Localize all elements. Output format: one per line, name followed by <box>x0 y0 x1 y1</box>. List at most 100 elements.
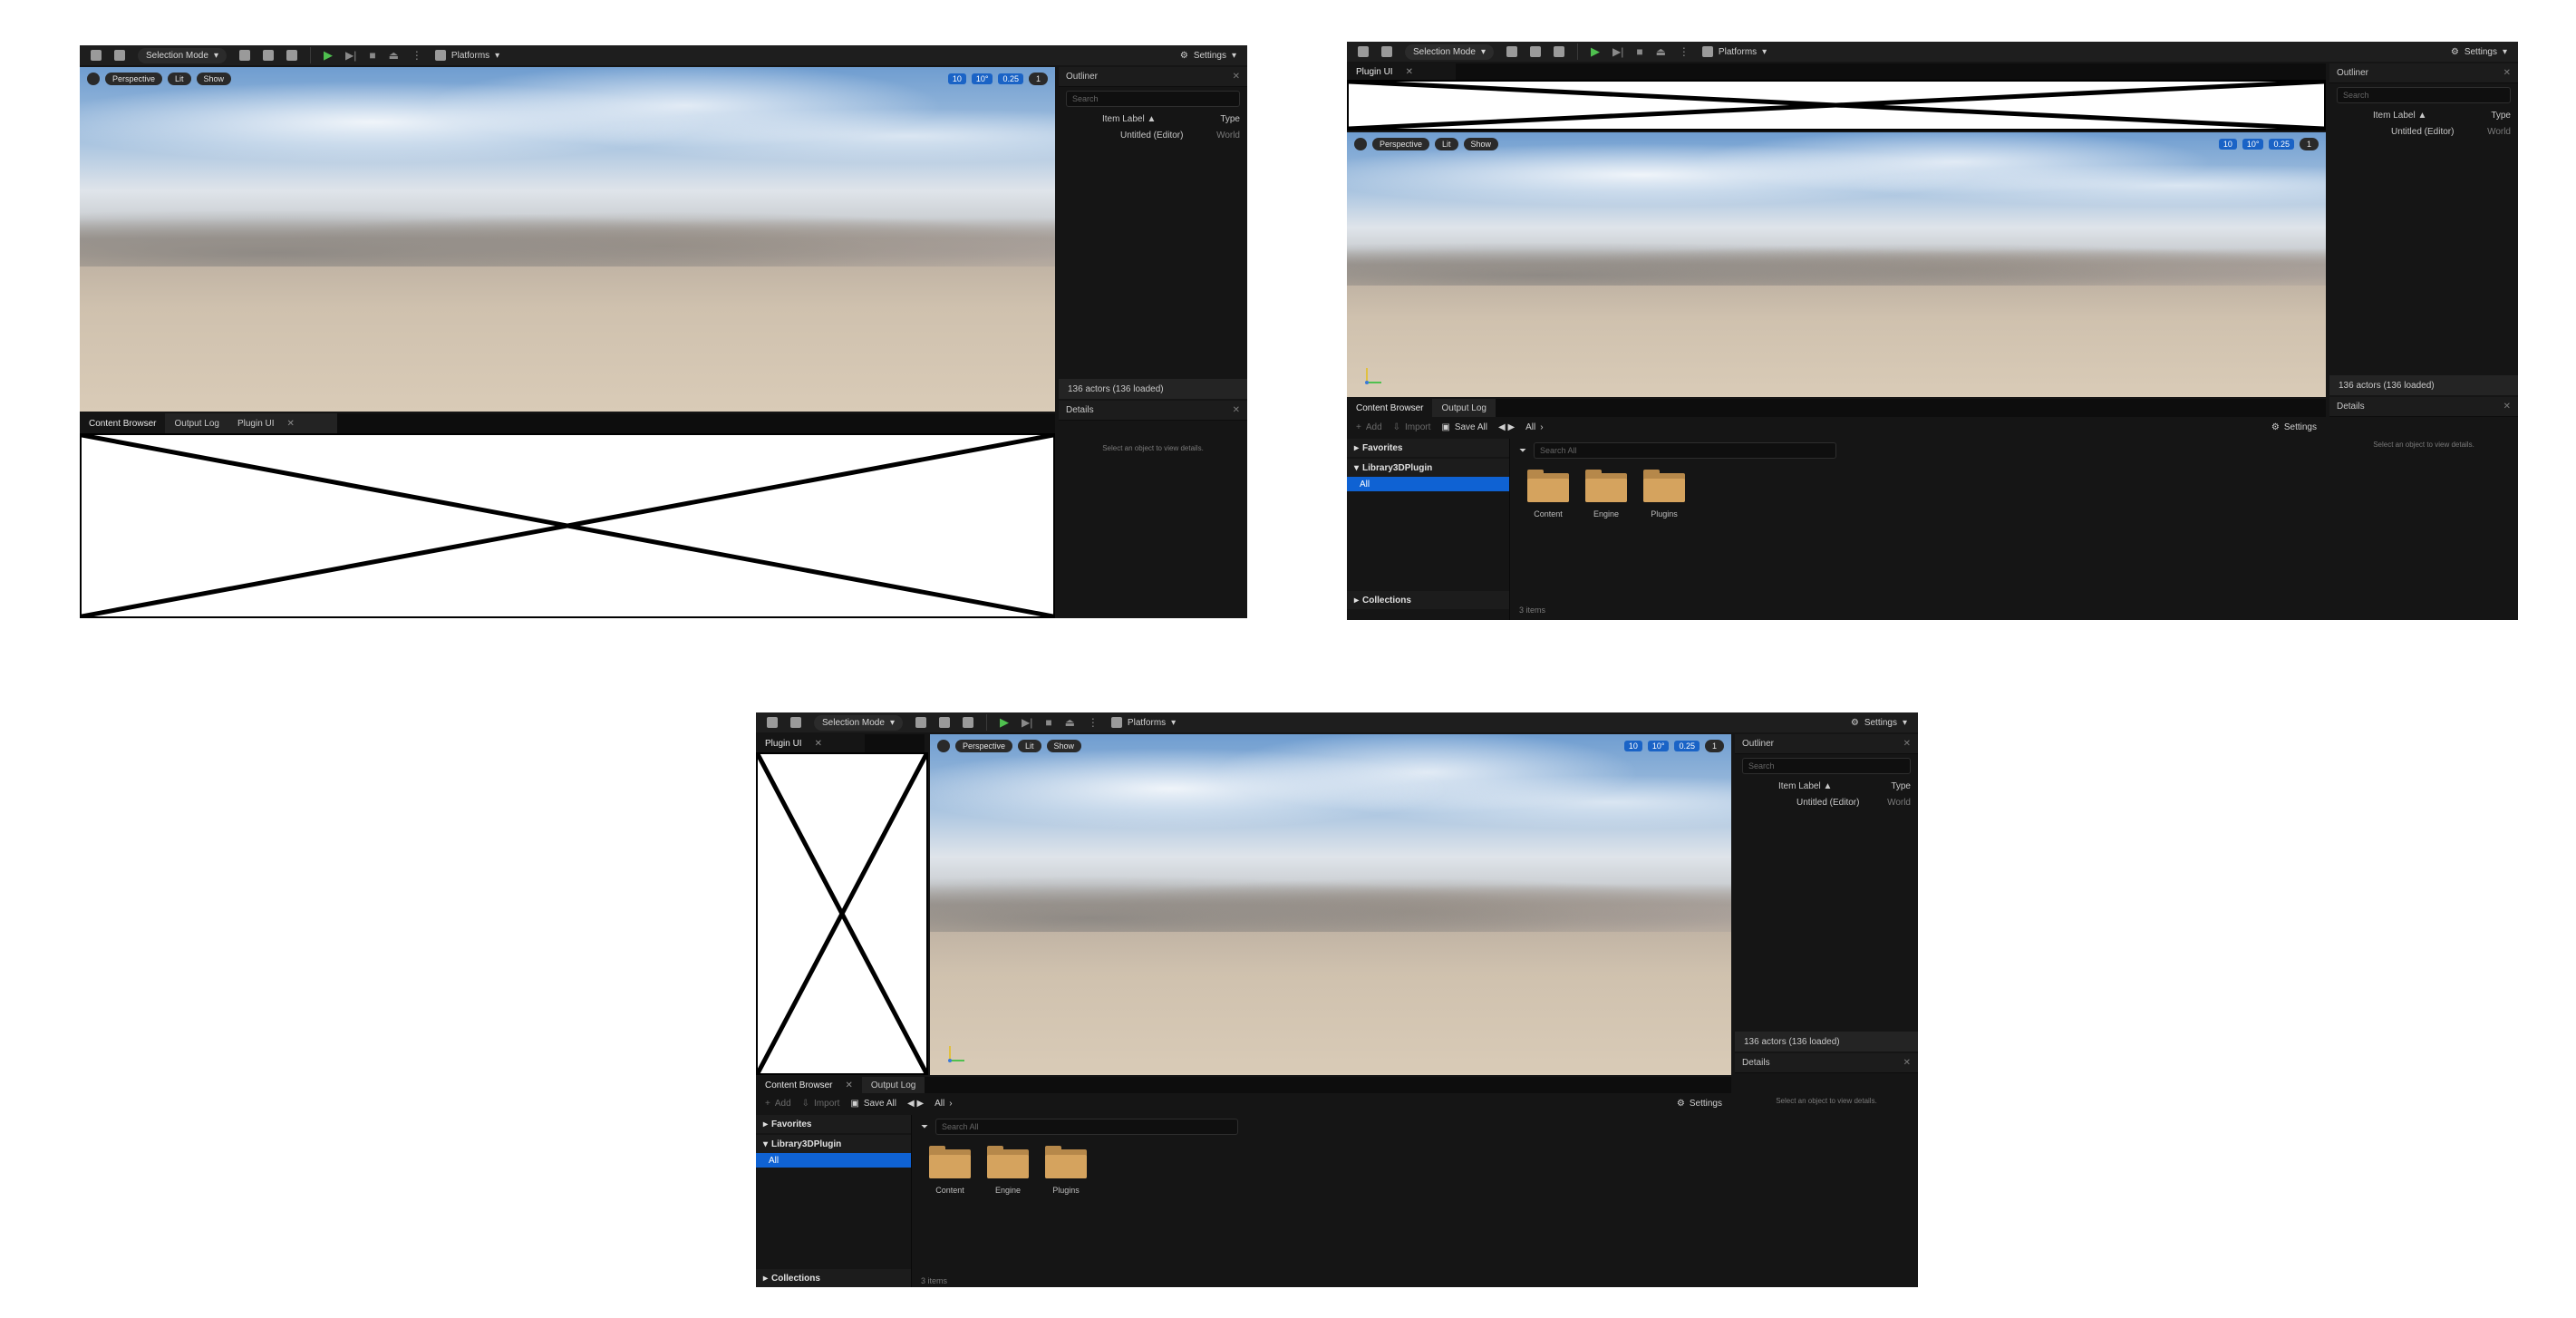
save-icon[interactable] <box>91 50 102 61</box>
level-viewport[interactable]: Perspective Lit Show 10 10° 0.25 1 <box>1347 132 2326 397</box>
blueprint-icon[interactable] <box>1529 46 1541 57</box>
more-icon[interactable]: ⋮ <box>1679 45 1690 58</box>
save-icon[interactable] <box>1358 46 1369 57</box>
step-icon[interactable]: ▶| <box>345 49 356 62</box>
grid-snap-value[interactable]: 10 <box>947 73 966 84</box>
tab-output-log[interactable]: Output Log <box>861 1077 925 1093</box>
outliner-row[interactable]: Untitled (Editor) World <box>1059 127 1247 143</box>
show-button[interactable]: Show <box>1463 138 1499 150</box>
folder-content[interactable]: Content <box>923 1146 977 1195</box>
step-icon[interactable]: ▶| <box>1022 716 1032 729</box>
save-icon[interactable] <box>767 717 778 728</box>
folder-plugins[interactable]: Plugins <box>1637 470 1691 518</box>
path-breadcrumb[interactable]: All › <box>935 1099 1666 1109</box>
camera-speed-value[interactable]: 1 <box>1704 740 1724 752</box>
close-icon[interactable]: ✕ <box>2503 68 2511 78</box>
content-icon[interactable] <box>1381 46 1392 57</box>
platforms-button[interactable]: Platforms ▾ <box>1701 46 1767 57</box>
cb-settings-button[interactable]: ⚙ Settings <box>1677 1099 1722 1109</box>
save-all-button[interactable]: ▣ Save All <box>850 1099 896 1109</box>
camera-speed-value[interactable]: 1 <box>2299 138 2319 150</box>
stop-icon[interactable]: ■ <box>1045 716 1051 729</box>
tab-output-log[interactable]: Output Log <box>165 413 228 433</box>
selection-mode-button[interactable]: Selection Mode ▾ <box>1405 44 1494 60</box>
more-icon[interactable]: ⋮ <box>412 49 422 62</box>
eject-icon[interactable]: ⏏ <box>1065 716 1075 729</box>
cinematics-icon[interactable] <box>962 717 973 728</box>
eject-icon[interactable]: ⏏ <box>389 49 399 62</box>
tab-content-browser[interactable]: Content Browser <box>80 413 166 433</box>
tab-plugin-ui[interactable]: Plugin UI ✕ <box>1347 63 1456 80</box>
blueprint-icon[interactable] <box>938 717 950 728</box>
close-icon[interactable]: ✕ <box>1233 405 1240 415</box>
show-button[interactable]: Show <box>1046 740 1082 752</box>
tab-plugin-ui[interactable]: Plugin UI ✕ <box>756 734 865 752</box>
cinematics-icon[interactable] <box>1553 46 1564 57</box>
save-all-button[interactable]: ▣ Save All <box>1441 422 1487 432</box>
close-icon[interactable]: ✕ <box>2503 402 2511 412</box>
tree-item-all[interactable]: All <box>756 1153 911 1168</box>
favorites-header[interactable]: ▸ Favorites <box>756 1115 911 1133</box>
add-button[interactable]: + Add <box>1356 422 1382 432</box>
outliner-row[interactable]: Untitled (Editor) World <box>2329 123 2518 140</box>
outliner-search[interactable]: Search <box>1066 91 1240 107</box>
tab-content-browser[interactable]: Content Browser <box>1347 399 1433 417</box>
tab-content-browser[interactable]: Content Browser ✕ <box>756 1077 862 1093</box>
perspective-button[interactable]: Perspective <box>105 73 163 85</box>
more-icon[interactable]: ⋮ <box>1088 716 1099 729</box>
tree-item-all[interactable]: All <box>1347 477 1509 491</box>
platforms-button[interactable]: Platforms ▾ <box>434 50 499 61</box>
perspective-button[interactable]: Perspective <box>955 740 1013 752</box>
collections-header[interactable]: ▸ Collections <box>1347 591 1509 609</box>
cb-settings-button[interactable]: ⚙ Settings <box>2271 422 2317 432</box>
selection-mode-button[interactable]: Selection Mode ▾ <box>814 714 903 731</box>
stop-icon[interactable]: ■ <box>1636 45 1642 58</box>
add-actor-icon[interactable] <box>915 717 926 728</box>
outliner-search[interactable]: Search <box>1742 758 1911 774</box>
selection-mode-button[interactable]: Selection Mode ▾ <box>138 47 227 63</box>
platforms-button[interactable]: Platforms ▾ <box>1110 717 1176 728</box>
collections-header[interactable]: ▸ Collections <box>756 1269 911 1287</box>
lit-button[interactable]: Lit <box>168 73 191 85</box>
viewport-menu-icon[interactable] <box>1354 138 1367 150</box>
rotation-snap-value[interactable]: 10° <box>1647 741 1670 751</box>
history-icon[interactable]: ◀ ▶ <box>907 1099 924 1109</box>
add-actor-icon[interactable] <box>238 50 250 61</box>
scale-snap-value[interactable]: 0.25 <box>1674 741 1700 751</box>
close-icon[interactable]: ✕ <box>1903 1058 1911 1068</box>
scale-snap-value[interactable]: 0.25 <box>2269 139 2294 150</box>
close-icon[interactable]: ✕ <box>815 739 822 749</box>
play-icon[interactable]: ▶ <box>1591 44 1600 59</box>
close-icon[interactable]: ✕ <box>287 419 295 429</box>
library-header[interactable]: ▾ Library3DPlugin <box>756 1135 911 1153</box>
add-button[interactable]: + Add <box>765 1099 791 1109</box>
folder-content[interactable]: Content <box>1521 470 1575 518</box>
tab-output-log[interactable]: Output Log <box>1432 399 1496 417</box>
close-icon[interactable]: ✕ <box>1233 72 1240 82</box>
path-breadcrumb[interactable]: All › <box>1525 422 2261 432</box>
history-icon[interactable]: ◀ ▶ <box>1498 422 1515 432</box>
add-actor-icon[interactable] <box>1506 46 1517 57</box>
lit-button[interactable]: Lit <box>1435 138 1458 150</box>
grid-snap-value[interactable]: 10 <box>2218 139 2237 150</box>
level-viewport[interactable]: Perspective Lit Show 10 10° 0.25 1 <box>80 67 1055 412</box>
library-header[interactable]: ▾ Library3DPlugin <box>1347 459 1509 477</box>
rotation-snap-value[interactable]: 10° <box>2242 139 2264 150</box>
rotation-snap-value[interactable]: 10° <box>971 73 993 84</box>
asset-search[interactable]: Search All <box>935 1119 1238 1135</box>
outliner-row[interactable]: Untitled (Editor) World <box>1735 794 1918 810</box>
eject-icon[interactable]: ⏏ <box>1656 45 1666 58</box>
scale-snap-value[interactable]: 0.25 <box>998 73 1023 84</box>
import-button[interactable]: ⇩ Import <box>1393 422 1431 432</box>
step-icon[interactable]: ▶| <box>1612 45 1623 58</box>
content-icon[interactable] <box>114 50 125 61</box>
folder-engine[interactable]: Engine <box>981 1146 1035 1195</box>
grid-snap-value[interactable]: 10 <box>1623 741 1642 751</box>
close-icon[interactable]: ✕ <box>1406 67 1413 77</box>
play-icon[interactable]: ▶ <box>324 48 333 63</box>
play-icon[interactable]: ▶ <box>1000 715 1009 730</box>
asset-search[interactable]: Search All <box>1534 442 1836 459</box>
close-icon[interactable]: ✕ <box>1903 739 1911 749</box>
filter-icon[interactable]: ⏷ <box>1519 446 1526 456</box>
tab-plugin-ui[interactable]: Plugin UI ✕ <box>228 413 337 433</box>
